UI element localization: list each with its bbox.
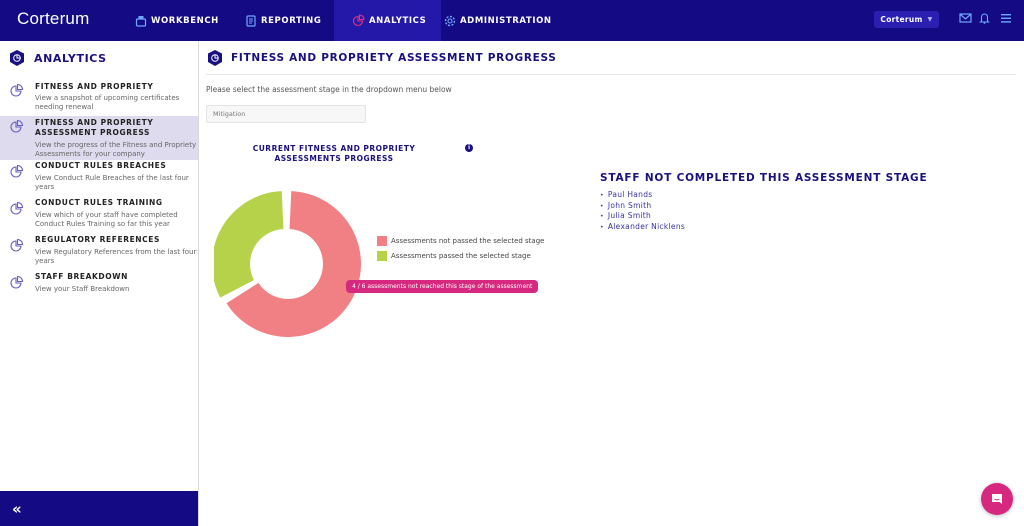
- divider: [206, 74, 1016, 75]
- info-icon[interactable]: i: [465, 144, 473, 152]
- chart-title: CURRENT FITNESS AND PROPRIETY ASSESSMENT…: [252, 144, 416, 163]
- instruction-text: Please select the assessment stage in th…: [206, 85, 452, 94]
- analytics-hexagon-icon: [10, 50, 24, 66]
- pie-chart-icon: [10, 164, 24, 178]
- sidebar-item-fitness-and-propriety-assessment-progress[interactable]: FITNESS AND PROPRIETY ASSESSMENT PROGRES…: [0, 116, 198, 160]
- pie-chart-icon: [10, 275, 24, 289]
- assessment-stage-value: Mitigation: [213, 110, 246, 118]
- staff-list-item: Paul Hands: [600, 190, 685, 201]
- page-header: FITNESS AND PROPRIETY ASSESSMENT PROGRES…: [206, 49, 557, 67]
- sidebar-item-description: View your Staff Breakdown: [35, 285, 130, 293]
- nav-administration-label: ADMINISTRATION: [460, 15, 552, 26]
- organization-selector[interactable]: Corterum ▼: [874, 11, 939, 28]
- collapse-sidebar-button[interactable]: «: [12, 500, 22, 518]
- legend-swatch: [377, 236, 387, 246]
- sidebar-item-description: View a snapshot of upcoming certificates…: [35, 94, 180, 111]
- sidebar-item-staff-breakdown[interactable]: STAFF BREAKDOWN View your Staff Breakdow…: [0, 272, 198, 298]
- assessment-stage-dropdown[interactable]: Mitigation: [206, 105, 366, 123]
- sidebar-footer: «: [0, 491, 198, 526]
- staff-not-completed-title: STAFF NOT COMPLETED THIS ASSESSMENT STAG…: [600, 172, 928, 184]
- sidebar-item-description: View Conduct Rule Breaches of the last f…: [35, 174, 189, 191]
- sidebar-item-description: View the progress of the Fitness and Pro…: [35, 141, 197, 158]
- legend-label: Assessments passed the selected stage: [391, 252, 531, 260]
- gear-icon: [444, 15, 456, 26]
- nav-analytics[interactable]: ANALYTICS: [334, 0, 441, 41]
- sidebar-item-description: View Regulatory References from the last…: [35, 248, 197, 265]
- sidebar-item-fitness-and-propriety[interactable]: FITNESS AND PROPRIETY View a snapshot of…: [0, 80, 198, 114]
- document-icon: [246, 14, 256, 27]
- sidebar-item-title: CONDUCT RULES TRAINING: [35, 198, 163, 207]
- sidebar-item-title: CONDUCT RULES BREACHES: [35, 161, 167, 170]
- chart-legend: Assessments not passed the selected stag…: [377, 236, 544, 266]
- nav-administration[interactable]: ADMINISTRATION: [444, 0, 554, 41]
- staff-list-item: Julia Smith: [600, 211, 685, 222]
- page-title: FITNESS AND PROPRIETY ASSESSMENT PROGRES…: [231, 52, 557, 64]
- pie-chart-icon: [10, 83, 24, 97]
- legend-item-passed[interactable]: Assessments passed the selected stage: [377, 251, 544, 261]
- chevron-down-icon: ▼: [927, 16, 933, 23]
- nav-workbench-label: WORKBENCH: [151, 15, 219, 26]
- staff-list: Paul Hands John Smith Julia Smith Alexan…: [600, 190, 685, 233]
- top-navigation-bar: Corterum WORKBENCH REPORTING ANALYTICS A…: [0, 0, 1024, 41]
- hamburger-menu-icon[interactable]: [1001, 14, 1011, 23]
- sidebar-item-description: View which of your staff have completed …: [35, 211, 178, 228]
- donut-chart: [214, 191, 361, 337]
- legend-label: Assessments not passed the selected stag…: [391, 237, 545, 245]
- brand-logo[interactable]: Corterum: [17, 9, 89, 29]
- bell-icon[interactable]: [979, 12, 990, 24]
- chat-icon: [992, 494, 1002, 504]
- nav-reporting[interactable]: REPORTING: [245, 0, 330, 41]
- sidebar-title: ANALYTICS: [34, 51, 107, 65]
- sidebar-item-conduct-rules-training[interactable]: CONDUCT RULES TRAINING View which of you…: [0, 198, 198, 232]
- workbench-icon: [135, 15, 147, 27]
- main-content: FITNESS AND PROPRIETY ASSESSMENT PROGRES…: [200, 41, 1024, 526]
- sidebar-item-title: FITNESS AND PROPRIETY ASSESSMENT PROGRES…: [35, 118, 154, 137]
- legend-item-not-passed[interactable]: Assessments not passed the selected stag…: [377, 236, 544, 246]
- pie-chart-icon: [10, 201, 24, 215]
- sidebar-header: ANALYTICS: [8, 49, 107, 67]
- nav-analytics-label: ANALYTICS: [369, 15, 427, 26]
- staff-list-item: John Smith: [600, 201, 685, 212]
- sidebar-item-title: FITNESS AND PROPRIETY: [35, 82, 154, 91]
- sidebar-item-regulatory-references[interactable]: REGULATORY REFERENCES View Regulatory Re…: [0, 235, 198, 269]
- pie-chart-icon: [352, 14, 365, 27]
- organization-name: Corterum: [880, 15, 923, 24]
- pie-chart-icon: [10, 238, 24, 252]
- pie-chart-icon: [10, 119, 24, 133]
- chat-support-button[interactable]: [981, 483, 1013, 515]
- nav-reporting-label: REPORTING: [261, 15, 322, 26]
- chart-tooltip: 4 / 6 assessments not reached this stage…: [346, 280, 539, 293]
- mail-icon[interactable]: [959, 12, 972, 24]
- sidebar-item-title: STAFF BREAKDOWN: [35, 272, 128, 281]
- sidebar-item-title: REGULATORY REFERENCES: [35, 235, 160, 244]
- nav-workbench[interactable]: WORKBENCH: [135, 0, 230, 41]
- slice-passed[interactable]: [214, 191, 284, 298]
- analytics-hexagon-icon: [208, 50, 222, 66]
- sidebar: ANALYTICS FITNESS AND PROPRIETY View a s…: [0, 41, 199, 526]
- legend-swatch: [377, 251, 387, 261]
- sidebar-item-conduct-rules-breaches[interactable]: CONDUCT RULES BREACHES View Conduct Rule…: [0, 161, 198, 195]
- staff-list-item: Alexander Nicklens: [600, 222, 685, 233]
